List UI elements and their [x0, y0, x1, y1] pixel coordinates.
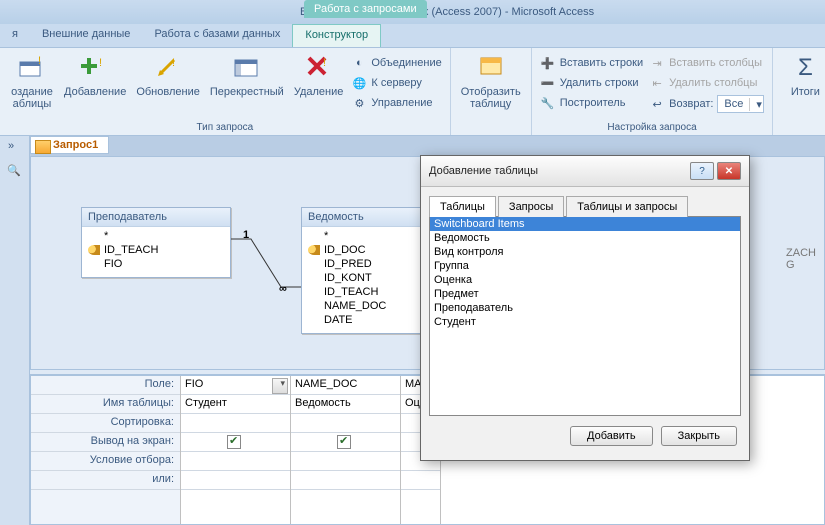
field-id-teach[interactable]: ID_TEACH	[86, 243, 226, 257]
list-item[interactable]: Студент	[430, 315, 740, 329]
label-field: Поле:	[31, 376, 180, 395]
cell-or[interactable]	[291, 471, 400, 490]
data-definition-button[interactable]: ⚙Управление	[349, 94, 443, 112]
cell-show-checkbox[interactable]	[291, 433, 400, 452]
label-table: Имя таблицы:	[31, 395, 180, 414]
relationship-line[interactable]: 1 ∞	[231, 267, 301, 297]
cell-table[interactable]: Ведомость	[291, 395, 400, 414]
add-button[interactable]: Добавить	[570, 426, 653, 446]
dlg-tab-queries[interactable]: Запросы	[498, 196, 564, 217]
grid-col-1[interactable]: FIO Студент	[181, 376, 291, 524]
return-combo[interactable]: ↩Возврат: Все▾	[647, 94, 766, 114]
cell-field[interactable]: NAME_DOC	[291, 376, 400, 395]
return-value-combo[interactable]: Все▾	[717, 95, 764, 113]
group-totals: ΣИтоги	[773, 48, 825, 135]
close-dialog-button[interactable]: Закрыть	[661, 426, 737, 446]
list-item[interactable]: Преподаватель	[430, 301, 740, 315]
ribbon-tabs: я Внешние данные Работа с базами данных …	[0, 24, 825, 48]
insert-cols-button[interactable]: ⇥Вставить столбцы	[647, 54, 766, 72]
cell-or[interactable]	[181, 471, 290, 490]
field-star[interactable]: *	[86, 229, 226, 243]
dlg-tab-both[interactable]: Таблицы и запросы	[566, 196, 688, 217]
insert-rows-icon: ➕	[540, 55, 556, 71]
cell-criteria[interactable]	[181, 452, 290, 471]
ribbon: !оздание аблицы !Добавление !Обновление …	[0, 48, 825, 136]
expand-icon[interactable]: »	[8, 140, 14, 152]
search-icon[interactable]: 🔍	[7, 164, 21, 177]
return-icon: ↩	[649, 96, 665, 112]
label-or: или:	[31, 471, 180, 490]
dialog-title: Добавление таблицы	[429, 165, 687, 177]
list-item[interactable]: Группа	[430, 259, 740, 273]
delete-cols-icon: ⇤	[649, 75, 665, 91]
cell-criteria[interactable]	[291, 452, 400, 471]
group-label: Настройка запроса	[532, 122, 773, 133]
list-item[interactable]: Ведомость	[430, 231, 740, 245]
dialog-titlebar[interactable]: Добавление таблицы ? ✕	[421, 156, 749, 187]
cell-show-checkbox[interactable]	[181, 433, 290, 452]
cell-field[interactable]: FIO	[181, 376, 290, 395]
list-item[interactable]: Switchboard Items	[430, 217, 740, 231]
cell-or[interactable]	[401, 471, 440, 490]
delete-rows-icon: ➖	[540, 75, 556, 91]
dialog-tabs: Таблицы Запросы Таблицы и запросы	[429, 195, 741, 217]
list-item[interactable]: Предмет	[430, 287, 740, 301]
svg-text:!: !	[172, 57, 175, 69]
close-button[interactable]: ✕	[717, 162, 741, 180]
cell-sort[interactable]	[181, 414, 290, 433]
insert-rows-button[interactable]: ➕Вставить строки	[538, 54, 645, 72]
contextual-tab-label: Работа с запросами	[304, 0, 427, 18]
bg-text: ZACHG	[786, 247, 816, 271]
passthrough-button[interactable]: 🌐К серверу	[349, 74, 443, 92]
union-icon: ◐	[351, 55, 367, 71]
cell-table[interactable]: Студент	[181, 395, 290, 414]
delete-rows-button[interactable]: ➖Удалить строки	[538, 74, 645, 92]
group-query-setup: ➕Вставить строки ➖Удалить строки 🔧Постро…	[532, 48, 774, 135]
add-table-dialog: Добавление таблицы ? ✕ Таблицы Запросы Т…	[420, 155, 750, 461]
label-sort: Сортировка:	[31, 414, 180, 433]
label-criteria: Условие отбора:	[31, 452, 180, 471]
tab-home[interactable]: я	[0, 24, 30, 47]
server-icon: 🌐	[351, 75, 367, 91]
tab-database-tools[interactable]: Работа с базами данных	[142, 24, 292, 47]
svg-text:!: !	[99, 57, 102, 69]
document-tab[interactable]: Запрос1	[30, 136, 109, 154]
delete-cols-button[interactable]: ⇤Удалить столбцы	[647, 74, 766, 92]
group-query-type: !оздание аблицы !Добавление !Обновление …	[0, 48, 451, 135]
navigation-pane-collapsed[interactable]: » 🔍	[0, 136, 30, 525]
label-show: Вывод на экран:	[31, 433, 180, 452]
table-header: Преподаватель	[82, 208, 230, 227]
svg-text:!: !	[38, 55, 41, 67]
dlg-tab-tables[interactable]: Таблицы	[429, 196, 496, 217]
grid-col-2[interactable]: NAME_DOC Ведомость	[291, 376, 401, 524]
cell-sort[interactable]	[291, 414, 400, 433]
totals-button[interactable]: ΣИтоги	[779, 50, 825, 135]
manage-icon: ⚙	[351, 95, 367, 111]
group-label: Тип запроса	[0, 122, 450, 133]
tab-external-data[interactable]: Внешние данные	[30, 24, 142, 47]
svg-text:!: !	[323, 57, 326, 69]
list-item[interactable]: Оценка	[430, 273, 740, 287]
dropdown-icon: ▾	[749, 98, 763, 111]
builder-icon: 🔧	[540, 95, 556, 111]
tab-design[interactable]: Конструктор	[292, 24, 381, 47]
builder-button[interactable]: 🔧Построитель	[538, 94, 645, 112]
table-list[interactable]: Switchboard Items Ведомость Вид контроля…	[429, 216, 741, 416]
table-prepodavatel[interactable]: Преподаватель * ID_TEACH FIO	[81, 207, 231, 278]
field-fio[interactable]: FIO	[86, 257, 226, 271]
union-button[interactable]: ◐Объединение	[349, 54, 443, 72]
insert-cols-icon: ⇥	[649, 55, 665, 71]
group-show-table: Отобразить таблицу	[451, 48, 532, 135]
list-item[interactable]: Вид контроля	[430, 245, 740, 259]
grid-row-labels: Поле: Имя таблицы: Сортировка: Вывод на …	[31, 376, 181, 524]
help-button[interactable]: ?	[690, 162, 714, 180]
show-table-button[interactable]: Отобразить таблицу	[457, 50, 525, 135]
